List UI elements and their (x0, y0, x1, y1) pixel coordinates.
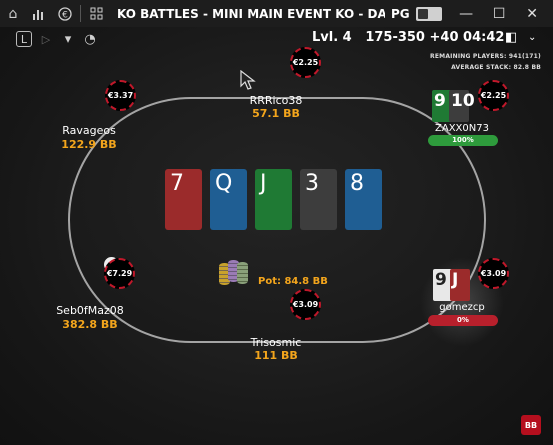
layout-icon[interactable]: ◧ (505, 30, 517, 45)
equity-label: 100% (452, 136, 474, 144)
bounty-amount: €2.25 (480, 91, 507, 100)
card-rank: 9 (434, 91, 446, 111)
player-stack-top-left: 122.9 BB (61, 138, 117, 151)
player-name-bottom[interactable]: Trisosmic (251, 336, 302, 349)
pot-amount: Pot: 84.8 BB (258, 276, 328, 287)
player-name-top-left[interactable]: Ravageos (62, 124, 116, 137)
bb-toggle-button[interactable]: BB (521, 415, 541, 435)
board-card: J (255, 169, 292, 230)
equity-bar: 0% (428, 315, 498, 326)
bounty-badge: €3.09 (290, 289, 321, 320)
table-area: L ▷ ▾ ◔ Lvl. 4 175-350 +40 04:42 ◧ ⌄ REM… (0, 27, 553, 445)
title-bar: ⌂ € KO BATTLES - MINI MAIN EVENT KO - DA… (0, 0, 553, 27)
card-rank: 3 (305, 171, 319, 196)
average-stack: AVERAGE STACK: 82.8 BB (451, 64, 541, 71)
pg-toggle[interactable] (415, 6, 442, 21)
bounty-badge: €3.37 (105, 80, 136, 111)
player-stack-left: 382.8 BB (62, 318, 118, 331)
pg-label: PG (391, 6, 410, 21)
grid-icon[interactable] (83, 0, 109, 27)
blinds-label: 175-350 +40 (365, 30, 459, 45)
palette-icon[interactable]: ◔ (82, 31, 98, 47)
bounty-amount: €2.25 (292, 58, 319, 67)
bounty-amount: €7.29 (106, 269, 133, 278)
bounty-badge: €3.09 (478, 258, 509, 289)
svg-text:€: € (62, 10, 68, 20)
board-card: 7 (165, 169, 202, 230)
player-stack-top: 57.1 BB (252, 107, 300, 120)
board-card: 3 (300, 169, 337, 230)
card-rank: 9 (435, 270, 447, 290)
remaining-players: REMAINING PLAYERS: 941(171) (430, 53, 541, 60)
card-rank: 7 (170, 171, 184, 196)
player-stack-bottom: 111 BB (254, 349, 298, 362)
player-name-right[interactable]: gomezcp (439, 302, 484, 313)
equity-label: 0% (457, 316, 469, 324)
player-name-left[interactable]: Seb0fMaz08 (56, 304, 124, 317)
level-timer: 04:42 (463, 30, 505, 45)
lobby-icon[interactable]: L (16, 31, 32, 47)
player-name-top[interactable]: RRRico38 (250, 94, 303, 107)
bounty-badge: €2.25 (478, 80, 509, 111)
bounty-amount: €3.37 (107, 91, 134, 100)
home-icon[interactable]: ⌂ (0, 0, 26, 27)
notes-icon[interactable]: ▾ (60, 31, 76, 47)
card-rank: 10 (451, 91, 475, 111)
bounty-amount: €3.09 (480, 269, 507, 278)
maximize-button[interactable]: ☐ (483, 0, 516, 27)
board-card: 8 (345, 169, 382, 230)
bar-chart-icon (33, 9, 43, 20)
pot-chips-icon (219, 260, 255, 288)
table-toolbar: L ▷ ▾ ◔ (16, 31, 98, 47)
level-info: Lvl. 4 175-350 +40 04:42 (312, 30, 504, 45)
bounty-badge: €7.29 (104, 258, 135, 289)
minimize-button[interactable]: — (450, 0, 483, 27)
bounty-badge: €2.25 (290, 47, 321, 78)
card-rank: Q (215, 171, 233, 196)
divider (80, 5, 81, 22)
card-rank: J (260, 171, 267, 196)
card-rank: J (452, 270, 459, 290)
equity-bar: 100% (428, 135, 498, 146)
bounty-amount: €3.09 (292, 300, 319, 309)
euro-icon[interactable]: € (52, 0, 78, 27)
mouse-cursor-icon (240, 70, 256, 90)
card-rank: 8 (350, 171, 364, 196)
chevron-down-icon[interactable]: ⌄ (528, 32, 536, 43)
level-label: Lvl. 4 (312, 30, 352, 45)
play-icon[interactable]: ▷ (38, 31, 54, 47)
tournament-info: REMAINING PLAYERS: 941(171) AVERAGE STAC… (430, 51, 541, 73)
window-title: KO BATTLES - MINI MAIN EVENT KO - DAY 1 … (117, 6, 385, 21)
hole-card: J (450, 269, 470, 301)
board-card: Q (210, 169, 247, 230)
stats-icon[interactable] (26, 0, 52, 27)
hole-card: 10 (449, 90, 475, 122)
player-name-top-right[interactable]: ZAXX0N73 (435, 123, 489, 134)
close-button[interactable]: ✕ (516, 0, 549, 27)
